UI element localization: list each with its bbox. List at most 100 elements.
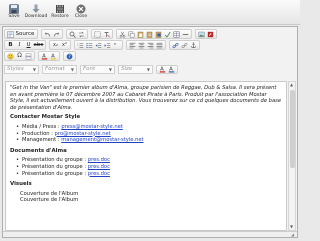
size-dropdown[interactable]: Size ▼ (118, 64, 153, 74)
text-color-button[interactable]: A (41, 52, 49, 60)
paste-text-button[interactable] (146, 30, 154, 38)
undo-button[interactable] (44, 30, 52, 38)
unlink-icon (181, 42, 188, 48)
link-icon (172, 42, 179, 48)
align-center-icon (138, 42, 145, 48)
omega-icon: Ω (17, 52, 22, 59)
list-item: • Présentation du groupe : pres.doc (16, 170, 110, 177)
toolbar-row-4: Styles ▼ Format ▼ Font ▼ Size ▼ A A (4, 64, 296, 74)
superscript-button[interactable]: x² (61, 41, 69, 49)
select-all-button[interactable] (94, 30, 102, 38)
email-link[interactable]: press@mostar-style.net (61, 124, 123, 130)
source-group: Source (4, 29, 39, 39)
floppy-disk-icon (9, 3, 20, 14)
copy-button[interactable] (128, 30, 136, 38)
subscript-button[interactable]: x₂ (52, 41, 60, 49)
editor-content[interactable]: "Get in the Van" est le premier album d'… (5, 81, 287, 231)
styles-dropdown[interactable]: Styles ▼ (4, 64, 39, 74)
help-icon: ? (66, 53, 73, 60)
blockquote-button[interactable]: “ (113, 41, 121, 49)
vertical-scrollbar[interactable]: ▲ ▼ (288, 81, 296, 231)
find-button[interactable] (69, 30, 77, 38)
strikethrough-button[interactable]: abc (34, 41, 44, 49)
list-item: • Production : pro@mostar-style.net (16, 130, 111, 137)
about-button[interactable]: ? (66, 52, 74, 60)
select-group (91, 29, 114, 39)
paste-button[interactable] (137, 30, 145, 38)
documents-list: • Présentation du groupe : pres.doc • Prés… (16, 157, 282, 177)
text-style-group: B I U abc (4, 40, 46, 50)
resize-grip-icon[interactable]: ◢ (291, 232, 296, 237)
bulleted-list-button[interactable] (86, 41, 94, 49)
save-button[interactable]: Save (3, 1, 25, 24)
flash-icon (208, 31, 214, 37)
image-button[interactable] (198, 30, 206, 38)
source-button[interactable]: Source (6, 30, 36, 38)
bold-button[interactable]: B (7, 41, 15, 49)
smiley-button[interactable] (7, 52, 15, 60)
email-link[interactable]: pro@mostar-style.net (55, 131, 111, 137)
page-break-button[interactable] (25, 52, 33, 60)
paste-word-icon (156, 31, 162, 38)
background-color-button[interactable]: A (50, 52, 58, 60)
highlight-color-icon: A (168, 66, 175, 72)
document-link[interactable]: pres.doc (88, 164, 110, 170)
copy-icon (128, 31, 135, 37)
list-item: • Présentation du groupe : pres.doc (16, 157, 110, 164)
close-circle-icon (76, 3, 87, 14)
find-icon (70, 31, 77, 38)
replace-icon (79, 31, 85, 37)
redo-button[interactable] (53, 30, 61, 38)
restore-button[interactable]: Restore (48, 1, 72, 24)
flash-button[interactable] (207, 30, 215, 38)
intro-paragraph: "Get in the Van" est le premier album d'… (10, 85, 282, 111)
blockquote-icon: “ (114, 42, 117, 49)
special-char-button[interactable]: Ω (16, 52, 24, 60)
outdent-icon (95, 42, 102, 48)
page-break-icon (25, 52, 32, 60)
paste-icon (138, 31, 144, 38)
paste-word-button[interactable] (155, 30, 163, 38)
scroll-up-icon[interactable]: ▲ (290, 82, 293, 88)
cut-button[interactable] (119, 30, 127, 38)
numbered-list-button[interactable]: 12 (77, 41, 85, 49)
contact-list: • Média / Press : press@mostar-style.net … (16, 124, 282, 144)
indent-button[interactable] (104, 41, 112, 49)
document-link[interactable]: pres.doc (88, 157, 110, 163)
outdent-button[interactable] (95, 41, 103, 49)
email-link[interactable]: management@mostar-style.net (61, 137, 143, 143)
document-link[interactable]: pres.doc (88, 171, 110, 177)
anchor-button[interactable] (190, 41, 198, 49)
insert-group (116, 29, 193, 39)
horizontal-rule-button[interactable] (182, 30, 190, 38)
font-dropdown[interactable]: Font ▼ (80, 64, 115, 74)
table-button[interactable] (173, 30, 181, 38)
visual-line: Couverture de l'Album (20, 197, 79, 204)
section-heading-contact: Contacter Mostar Style (10, 114, 81, 121)
scrollbar-thumb[interactable] (290, 90, 295, 168)
replace-button[interactable] (78, 30, 86, 38)
font-color-button[interactable]: A (159, 65, 167, 73)
link-button[interactable] (172, 41, 180, 49)
underline-button[interactable]: U (25, 41, 33, 49)
italic-button[interactable]: I (16, 41, 24, 49)
align-group (126, 40, 166, 50)
align-left-button[interactable] (129, 41, 137, 49)
close-button[interactable]: Close (70, 1, 92, 24)
source-icon (7, 30, 15, 38)
format-dropdown[interactable]: Format ▼ (42, 64, 77, 74)
scroll-down-icon[interactable]: ▼ (290, 224, 293, 230)
numbered-list-icon: 12 (77, 42, 84, 48)
align-center-button[interactable] (138, 41, 146, 49)
align-right-button[interactable] (147, 41, 155, 49)
justify-button[interactable] (156, 41, 164, 49)
highlight-color-button[interactable]: A (168, 65, 176, 73)
select-all-icon (94, 31, 101, 37)
media-group (195, 29, 218, 39)
unlink-button[interactable] (181, 41, 189, 49)
spellcheck-button[interactable] (164, 30, 172, 38)
download-button[interactable]: Download (23, 1, 49, 24)
toolbar-row-2: B I U abc x₂ x² 12 “ (4, 40, 296, 50)
remove-format-button[interactable] (103, 30, 111, 38)
insert-misc-group: Ω (4, 51, 35, 61)
